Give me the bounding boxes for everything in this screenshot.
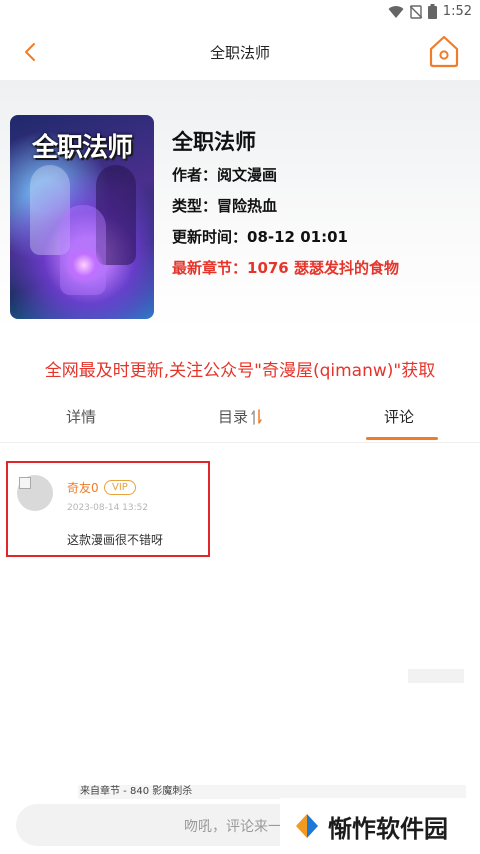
status-bar: 1:52 (0, 0, 480, 24)
avatar[interactable] (17, 475, 53, 511)
sim-off-icon (409, 4, 422, 19)
book-info: 全职法师 作者：阅文漫画 类型：冒险热血 更新时间：08-12 01:01 最新… (172, 126, 399, 288)
wifi-icon (388, 5, 404, 18)
status-time: 1:52 (442, 4, 472, 19)
navbar: 全职法师 (0, 24, 480, 81)
tab-detail[interactable]: 详情 (66, 406, 96, 427)
active-tab-indicator (366, 437, 438, 440)
tab-catalog-label: 目录 (218, 408, 249, 426)
comment-time: 2023-08-14 13:52 (67, 503, 149, 513)
latest-chapter[interactable]: 最新章节：1076 瑟瑟发抖的食物 (172, 257, 399, 278)
tab-bar: 详情 目录 评论 (0, 394, 480, 443)
page-title: 全职法师 (209, 44, 270, 62)
book-title: 全职法师 (172, 130, 256, 154)
watermark: 惭怍软件园 (280, 798, 480, 854)
book-cover[interactable]: 全职法师 (10, 115, 154, 319)
chapter-source: 来自章节 - 840 影魔刺杀 (78, 785, 466, 799)
tab-comment[interactable]: 评论 (384, 406, 414, 427)
floating-placeholder (408, 669, 464, 683)
cover-title: 全职法师 (31, 133, 133, 163)
watermark-text: 惭怍软件园 (328, 814, 448, 843)
comment-username[interactable]: 奇友0 (67, 479, 99, 496)
comment-content: 这款漫画很不错呀 (67, 533, 164, 547)
book-author: 作者：阅文漫画 (172, 166, 278, 184)
vip-badge: VIP (104, 480, 136, 495)
cover-magic-glow (64, 245, 104, 285)
watermark-logo-icon (296, 814, 318, 838)
tab-catalog[interactable]: 目录 (218, 406, 263, 427)
comment-input-placeholder: 吻吼，评论来一 (184, 819, 282, 835)
battery-icon (427, 4, 437, 19)
comment-item: 奇友0 VIP 2023-08-14 13:52 这款漫画很不错呀 (6, 461, 210, 557)
book-genre: 类型：冒险热血 (172, 197, 278, 215)
notice-banner: 全网最及时更新,关注公众号"奇漫屋(qimanw)"获取 (44, 361, 436, 381)
book-update-time: 更新时间：08-12 01:01 (172, 228, 348, 246)
home-icon[interactable] (428, 34, 460, 68)
broken-image-icon (19, 477, 31, 489)
sort-icon (251, 408, 262, 425)
